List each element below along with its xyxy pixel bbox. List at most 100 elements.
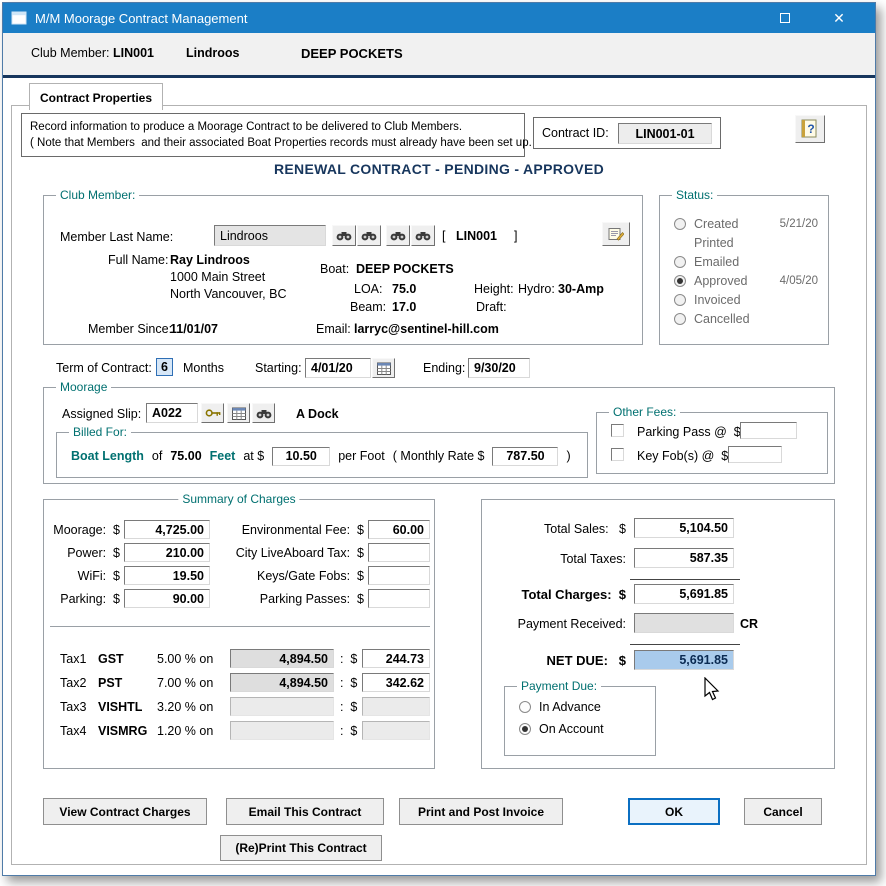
key-icon — [205, 408, 221, 418]
binoculars-icon — [256, 408, 272, 419]
monthly-rate-field[interactable]: 787.50 — [492, 447, 558, 466]
parking-pass-field[interactable] — [740, 422, 797, 439]
tax2-amount-field[interactable]: 342.62 — [362, 673, 430, 692]
billed-for-group-label: Billed For: — [69, 425, 131, 439]
ok-button[interactable]: OK — [628, 798, 720, 825]
address-line-2: North Vancouver, BC — [170, 287, 287, 302]
height-label: Height: — [474, 282, 514, 297]
total-taxes-field[interactable]: 587.35 — [634, 548, 734, 568]
tax4-code: VISMRG — [98, 724, 147, 739]
tax3-sep: : $ — [340, 700, 357, 715]
payment-received-field[interactable] — [634, 613, 734, 633]
print-post-invoice-button[interactable]: Print and Post Invoice — [399, 798, 563, 825]
tax3-code: VISHTL — [98, 700, 142, 715]
status-radio-emailed — [674, 256, 686, 268]
status-radio-created — [674, 218, 686, 230]
email-label: Email: — [316, 322, 351, 337]
parking-charge-label: Parking: $ — [48, 592, 120, 607]
member-filter-button[interactable] — [357, 225, 381, 246]
liveaboard-tax-label: City LiveAboard Tax: $ — [194, 546, 364, 561]
tax2-base-field[interactable]: 4,894.50 — [230, 673, 334, 692]
contract-id-field[interactable]: LIN001-01 — [618, 123, 712, 144]
help-button[interactable]: ? — [795, 115, 825, 143]
parking-passes-field[interactable] — [368, 589, 430, 608]
summary-of-charges-group: Summary of Charges Moorage: $ 4,725.00 P… — [43, 499, 435, 769]
club-member-label: Club Member: — [31, 46, 110, 61]
member-code-bracket-open: [ — [442, 229, 445, 244]
calendar-button[interactable] — [372, 358, 395, 378]
cancel-button[interactable]: Cancel — [744, 798, 822, 825]
on-account-radio[interactable] — [519, 723, 531, 735]
ending-date-field[interactable]: 9/30/20 — [468, 358, 530, 378]
assigned-slip-label: Assigned Slip: — [62, 407, 141, 422]
slip-find-button[interactable] — [252, 403, 275, 423]
net-due-field[interactable]: 5,691.85 — [634, 650, 734, 670]
keys-fobs-field[interactable] — [368, 566, 430, 585]
term-months-field[interactable]: 6 — [156, 358, 173, 376]
total-sales-field[interactable]: 5,104.50 — [634, 518, 734, 538]
key-fob-checkbox[interactable] — [611, 448, 624, 461]
club-member-group-label: Club Member: — [56, 188, 139, 202]
reprint-contract-button[interactable]: (Re)Print This Contract — [220, 835, 382, 861]
mouse-cursor — [703, 677, 721, 708]
months-label: Months — [183, 361, 224, 376]
status-radio-invoiced — [674, 294, 686, 306]
payment-due-group: Payment Due: In Advance On Account — [504, 686, 656, 756]
note-button[interactable] — [602, 222, 630, 246]
hydro-value: 30-Amp — [558, 282, 604, 297]
svg-text:?: ? — [807, 122, 814, 136]
tax2-name: Tax2 — [60, 676, 86, 691]
member-find-button[interactable] — [332, 225, 356, 246]
instruction-line-2: ( Note that Members and their associated… — [30, 135, 516, 151]
slip-browse-button[interactable] — [227, 403, 250, 423]
view-contract-charges-button[interactable]: View Contract Charges — [43, 798, 207, 825]
binoculars-icon — [415, 230, 431, 241]
ending-label: Ending: — [423, 361, 465, 376]
boat-name-value: DEEP POCKETS — [356, 262, 454, 277]
boat-filter-button[interactable] — [411, 225, 435, 246]
total-taxes-label: Total Taxes: — [488, 552, 626, 567]
table-icon — [232, 407, 246, 420]
tax3-base-field — [230, 697, 334, 716]
rate-per-foot-field[interactable]: 10.50 — [272, 447, 330, 466]
status-label-created: Created — [694, 217, 738, 232]
in-advance-radio[interactable] — [519, 701, 531, 713]
header-divider — [3, 75, 875, 78]
totals-panel: Total Sales: $ 5,104.50 Total Taxes: 587… — [481, 499, 835, 769]
close-button[interactable]: ✕ — [817, 3, 861, 33]
tax1-base-field[interactable]: 4,894.50 — [230, 649, 334, 668]
status-radio-approved — [674, 275, 686, 287]
assigned-slip-field[interactable]: A022 — [146, 403, 198, 423]
tab-label: Contract Properties — [40, 91, 152, 105]
app-icon — [11, 11, 27, 25]
tax1-code: GST — [98, 652, 124, 667]
tax3-rate: 3.20 % on — [157, 700, 213, 715]
key-fob-field[interactable] — [728, 446, 782, 463]
member-last-name-input[interactable]: Lindroos — [214, 225, 326, 246]
feet-label: Feet — [210, 449, 236, 463]
environmental-fee-field[interactable]: 60.00 — [368, 520, 430, 539]
slip-key-button[interactable] — [201, 403, 224, 423]
calendar-icon — [377, 362, 391, 375]
status-label-cancelled: Cancelled — [694, 312, 750, 327]
contract-id-panel: Contract ID: LIN001-01 — [533, 117, 721, 149]
payment-due-group-label: Payment Due: — [517, 679, 601, 693]
status-radio-cancelled — [674, 313, 686, 325]
member-last-name-label: Member Last Name: — [60, 230, 173, 245]
key-fob-label: Key Fob(s) @ $ — [637, 449, 728, 464]
restore-button[interactable] — [763, 3, 807, 33]
summary-divider — [50, 626, 430, 627]
liveaboard-tax-field[interactable] — [368, 543, 430, 562]
parking-pass-checkbox[interactable] — [611, 424, 624, 437]
full-name-value: Ray Lindroos — [170, 253, 250, 268]
contract-status-banner: RENEWAL CONTRACT - PENDING - APPROVED — [3, 161, 875, 177]
boat-length-label: Boat Length — [71, 449, 144, 463]
total-charges-field[interactable]: 5,691.85 — [634, 584, 734, 604]
title-bar: M/M Moorage Contract Management ✕ — [3, 3, 875, 33]
tax1-amount-field[interactable]: 244.73 — [362, 649, 430, 668]
email-contract-button[interactable]: Email This Contract — [226, 798, 384, 825]
tab-contract-properties[interactable]: Contract Properties — [29, 83, 163, 110]
starting-date-field[interactable]: 4/01/20 — [305, 358, 371, 378]
boat-find-button[interactable] — [386, 225, 410, 246]
instructions-panel: Record information to produce a Moorage … — [21, 113, 525, 157]
